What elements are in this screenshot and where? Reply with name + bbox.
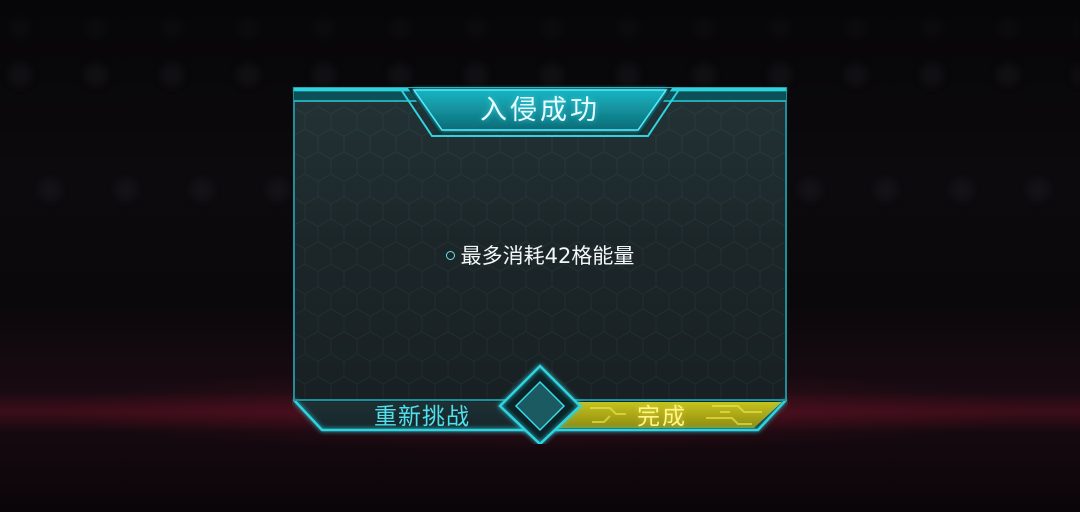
background-bokeh	[0, 8, 1080, 48]
bullet-icon	[445, 250, 455, 260]
dialog-title: 入侵成功	[480, 95, 600, 126]
result-dialog: 入侵成功 最多消耗42格能量 重新挑战 完成	[292, 84, 788, 444]
result-message-text: 最多消耗42格能量	[460, 244, 635, 268]
done-button[interactable]: 完成	[610, 400, 714, 434]
game-background: 入侵成功 最多消耗42格能量 重新挑战 完成	[0, 0, 1080, 512]
result-message: 最多消耗42格能量	[292, 241, 788, 271]
retry-button[interactable]: 重新挑战	[352, 400, 492, 434]
